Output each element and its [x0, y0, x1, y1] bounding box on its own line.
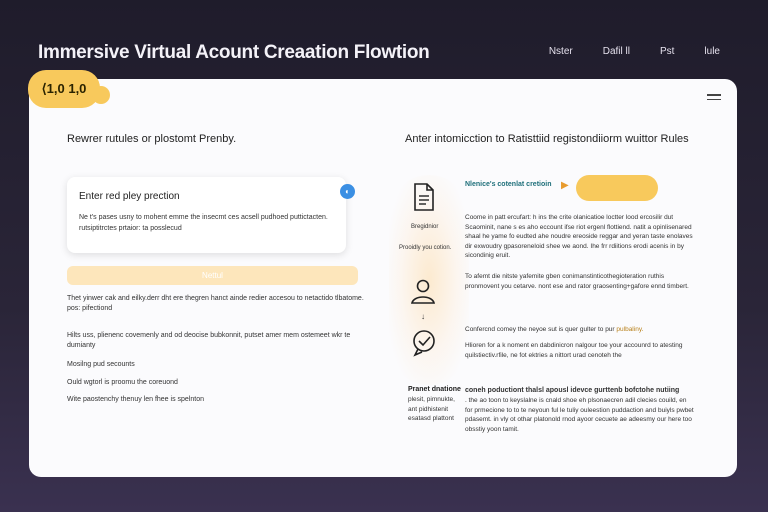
step3-text: Confercnd comey the neyoe sut is quer gu…	[465, 325, 695, 335]
step2-text: To afemt die nitste yafemite gben conima…	[465, 273, 689, 290]
step1-link[interactable]: Nlenice's cotenlat cretioin	[465, 181, 551, 188]
bottom-title: Pranet dnatione	[408, 386, 461, 393]
left-paragraph-2: Hilts uss, plienenc covemenly and od deo…	[67, 332, 351, 349]
list-item: Ould wgtorl is proomu the coreuond	[67, 379, 178, 386]
step1-text: Coome in patt ercufart: h ins the crite …	[465, 214, 693, 259]
nav-item-1[interactable]: Nster	[549, 46, 573, 57]
user-icon	[410, 279, 436, 304]
entry-card-title: Enter red pley prection	[79, 191, 180, 202]
arrow-down-icon: ↓	[421, 312, 425, 321]
main-card: Rewrer rutules or plostomt Prenby. Enter…	[29, 79, 737, 477]
entry-card: Enter red pley prection Ne t's pases usn…	[67, 177, 346, 253]
value-bubble	[576, 175, 658, 201]
step3-link[interactable]: pulbaliny.	[616, 326, 643, 333]
step1-caption-2: Prooidly you cotion.	[399, 245, 452, 251]
list-item: Mosilng pud secounts	[67, 361, 135, 368]
menu-icon[interactable]	[707, 91, 721, 103]
left-heading: Rewrer rutules or plostomt Prenby.	[67, 133, 237, 145]
bottom-heading: coneh poductiont thalsl apousl idevce gu…	[465, 387, 680, 394]
left-paragraph-1: Thet yinwer cak and eilky.derr dht ere t…	[67, 295, 364, 312]
entry-card-body: Ne t's pases usny to mohent emme the ins…	[79, 214, 328, 232]
step3-text-2: Hlioren for a k noment en dabdinicron na…	[465, 342, 683, 359]
step1-caption: Bregidnior	[411, 224, 439, 230]
arrow-right-icon: ▶	[561, 180, 569, 191]
right-heading: Anter intomicction to Ratisttiid registo…	[405, 133, 689, 145]
page-title: Immersive Virtual Acount Creaation Flowt…	[38, 42, 430, 63]
nav-item-3[interactable]: Pst	[660, 46, 674, 57]
info-dot-icon[interactable]: ◐	[340, 184, 355, 199]
next-button[interactable]: Nettul	[67, 266, 358, 285]
version-bubble: ⟨1,0 1,0	[28, 70, 110, 108]
nav-item-2[interactable]: Dafil ll	[603, 46, 630, 57]
bottom-side: plesit, pimnukte, ant pidhistenit esatas…	[408, 396, 455, 422]
chat-check-icon	[413, 330, 435, 357]
bottom-text: . the ao toon to keyslalne is cnald shoe…	[465, 397, 694, 433]
top-nav: Nster Dafil ll Pst lule	[549, 46, 720, 57]
nav-item-4[interactable]: lule	[704, 46, 720, 57]
step3-text-1: Confercnd comey the neyoe sut is quer gu…	[465, 326, 615, 333]
document-icon	[414, 183, 434, 211]
list-item: Wite paostenchy thenuy len fhee is speln…	[67, 396, 204, 403]
